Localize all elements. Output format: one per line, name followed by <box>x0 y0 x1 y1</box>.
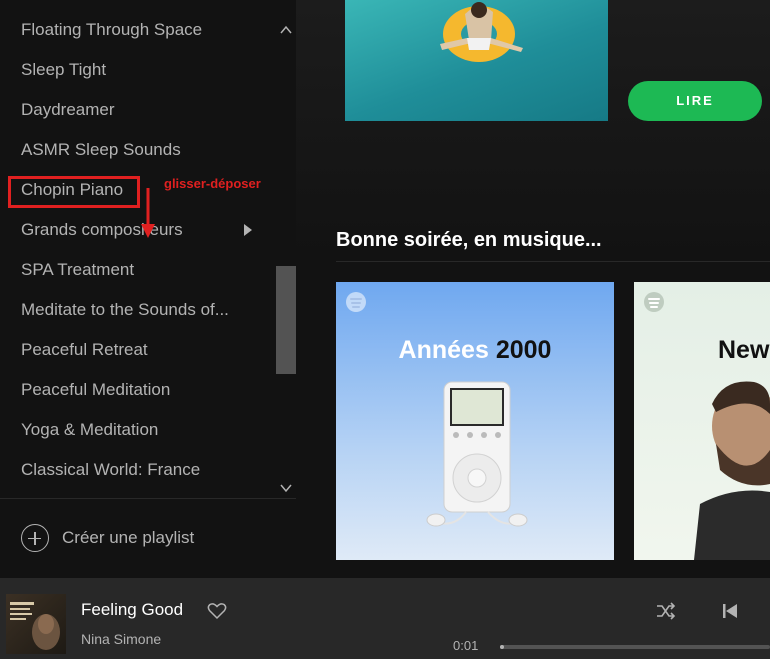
playlist-item[interactable]: Floating Through Space <box>0 10 276 50</box>
annotation-highlight-box <box>8 176 140 208</box>
play-button[interactable]: LIRE <box>628 81 762 121</box>
playlist-item[interactable]: Sleep Tight <box>0 50 276 90</box>
sidebar-divider <box>0 498 296 499</box>
hero-image <box>345 0 608 121</box>
folder-expand-icon[interactable] <box>244 224 252 236</box>
artist-portrait-image <box>694 381 770 560</box>
create-playlist-button[interactable]: Créer une playlist <box>21 524 194 552</box>
playlist-item[interactable]: Peaceful Retreat <box>0 330 276 370</box>
playlist-list: Floating Through Space Sleep Tight Daydr… <box>0 10 276 490</box>
playlist-item[interactable]: SPA Treatment <box>0 250 276 290</box>
elapsed-time: 0:01 <box>453 638 479 653</box>
card-title-dark: 2000 <box>495 336 552 364</box>
scroll-up-icon[interactable] <box>278 22 294 38</box>
playlist-folder-label: Grands compositeurs <box>21 220 183 239</box>
section-title[interactable]: Bonne soirée, en musique... <box>336 229 602 252</box>
playlist-item[interactable]: Yoga & Meditation <box>0 410 276 450</box>
previous-track-icon[interactable] <box>722 602 738 620</box>
create-playlist-label: Créer une playlist <box>62 528 195 547</box>
playlist-item[interactable]: Classical World: France <box>0 450 276 490</box>
playlist-item[interactable]: ASMR Sleep Sounds <box>0 130 276 170</box>
progress-fill <box>500 645 504 649</box>
album-cover-image <box>10 602 60 650</box>
scroll-down-icon[interactable] <box>278 480 294 496</box>
main-content: LIRE Bonne soirée, en musique... Années … <box>296 0 770 578</box>
drag-arrow-icon <box>141 188 155 238</box>
spotify-icon <box>644 292 664 312</box>
annotation-label: glisser-déposer <box>164 176 261 191</box>
swimmer-float-image <box>440 2 523 62</box>
spotify-icon <box>346 292 366 312</box>
track-title[interactable]: Feeling Good <box>81 600 183 620</box>
playlist-item[interactable]: Meditate to the Sounds of... <box>0 290 276 330</box>
card-title: Années 2000 <box>336 336 614 365</box>
heart-icon[interactable] <box>207 602 227 620</box>
sidebar: Floating Through Space Sleep Tight Daydr… <box>0 0 296 578</box>
ipod-image <box>426 381 528 527</box>
shuffle-icon[interactable] <box>656 602 676 620</box>
card-title: New <box>718 336 770 364</box>
plus-circle-icon <box>21 524 49 552</box>
playlist-card-annees-2000[interactable]: Années 2000 <box>336 282 614 560</box>
playlist-item[interactable]: Peaceful Meditation <box>0 370 276 410</box>
progress-bar[interactable] <box>500 645 770 649</box>
playlist-card-new[interactable]: New <box>634 282 770 560</box>
album-art[interactable] <box>6 594 66 654</box>
track-artist[interactable]: Nina Simone <box>81 631 161 647</box>
section-divider <box>336 261 770 262</box>
sidebar-scrollbar-thumb[interactable] <box>276 266 296 374</box>
card-title-light: Années <box>398 336 489 364</box>
playlist-item[interactable]: Daydreamer <box>0 90 276 130</box>
